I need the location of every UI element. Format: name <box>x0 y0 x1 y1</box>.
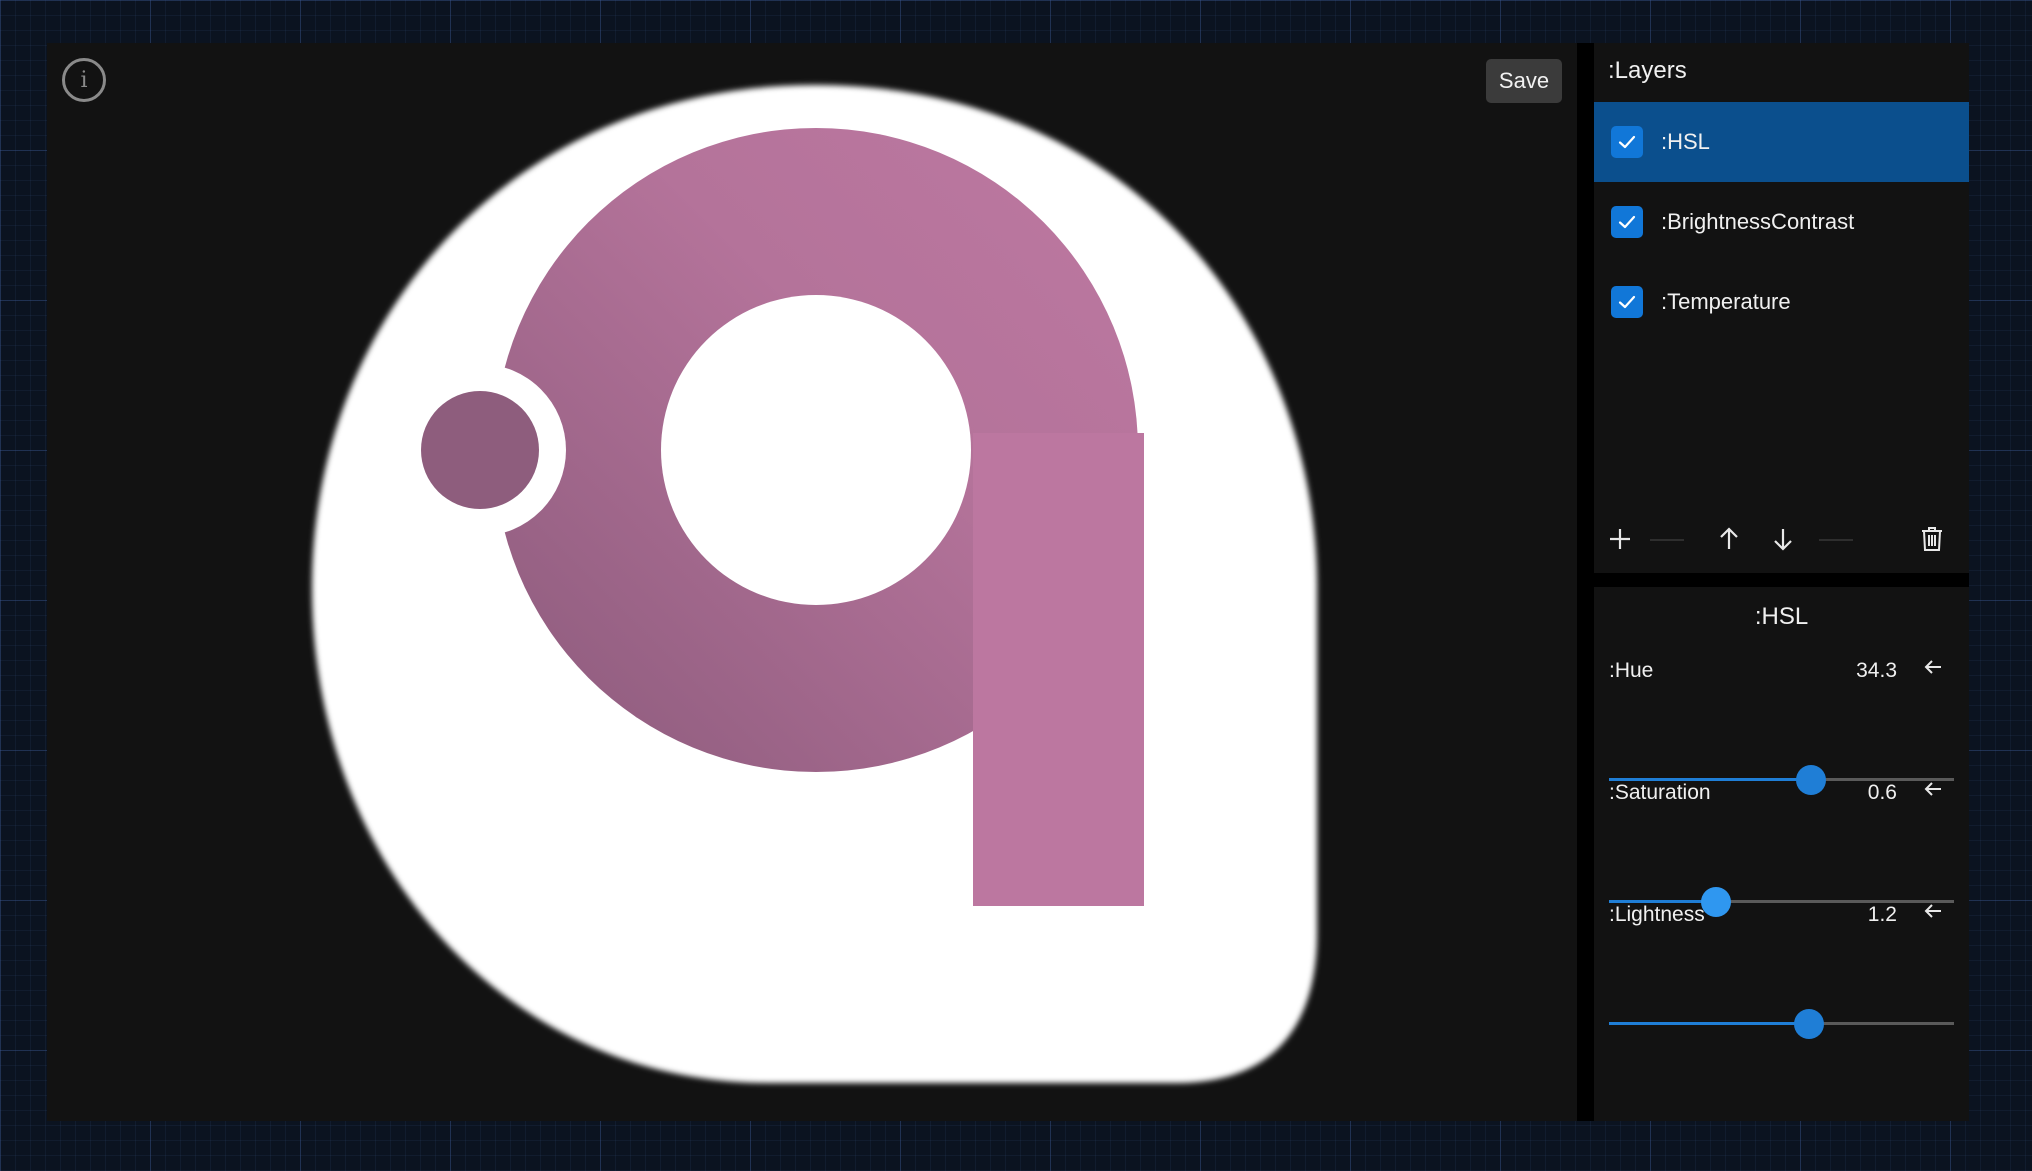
arrow-left-icon <box>1924 782 1941 796</box>
layer-item-brightnesscontrast[interactable]: :BrightnessContrast <box>1594 182 1969 262</box>
toolbar-separator <box>1650 539 1684 541</box>
saturation-label: :Saturation <box>1609 781 1711 804</box>
logo-dot <box>421 391 539 509</box>
slider-thumb[interactable] <box>1795 765 1826 795</box>
save-button[interactable]: Save <box>1486 59 1562 103</box>
arrow-left-icon <box>1924 904 1941 918</box>
panel-divider <box>1594 573 1969 587</box>
hue-value: 34.3 <box>1856 659 1897 682</box>
image-canvas[interactable]: i Save <box>47 43 1577 1121</box>
arrow-up-icon <box>1720 527 1738 549</box>
lightness-label: :Lightness <box>1609 903 1705 926</box>
trash-icon <box>1922 527 1942 551</box>
layers-title: :Layers <box>1608 57 1687 84</box>
check-icon <box>1618 295 1636 309</box>
properties-panel: :HSL :Hue 34.3 :Saturation 0.6 :Lightnes… <box>1594 587 1969 1121</box>
move-layer-down-button[interactable] <box>1763 519 1803 559</box>
info-button[interactable]: i <box>62 58 106 102</box>
saturation-value: 0.6 <box>1867 781 1897 804</box>
check-icon <box>1618 215 1636 229</box>
reset-saturation-button[interactable] <box>1923 779 1943 805</box>
move-layer-up-button[interactable] <box>1709 519 1749 559</box>
logo-stem <box>973 433 1144 906</box>
image-editor-app: i Save :Layers :HSL :BrightnessContrast … <box>47 43 1969 1121</box>
layer-checkbox[interactable] <box>1611 206 1643 238</box>
arrow-left-icon <box>1924 660 1941 674</box>
reset-lightness-button[interactable] <box>1923 901 1943 927</box>
properties-title: :HSL <box>1754 603 1809 630</box>
lightness-slider[interactable] <box>1609 1009 1954 1039</box>
add-layer-button[interactable] <box>1600 519 1640 559</box>
layer-item-hsl[interactable]: :HSL <box>1594 102 1969 182</box>
preview-image <box>312 85 1317 1083</box>
toolbar-separator <box>1819 539 1853 541</box>
reset-hue-button[interactable] <box>1923 657 1943 683</box>
layer-label: :HSL <box>1661 129 1710 154</box>
panel-splitter[interactable] <box>1577 43 1594 1121</box>
layers-panel: :Layers :HSL :BrightnessContrast :Temper… <box>1594 43 1969 573</box>
layer-checkbox[interactable] <box>1611 286 1643 318</box>
slider-fill <box>1609 1022 1810 1025</box>
slider-thumb[interactable] <box>1794 1009 1825 1039</box>
check-icon <box>1618 135 1636 149</box>
arrow-down-icon <box>1774 529 1792 551</box>
hue-label: :Hue <box>1609 659 1654 682</box>
layer-label: :Temperature <box>1661 289 1791 314</box>
layer-checkbox[interactable] <box>1611 126 1643 158</box>
plus-icon <box>1610 529 1630 549</box>
lightness-value: 1.2 <box>1867 903 1897 926</box>
slider-thumb[interactable] <box>1700 887 1731 917</box>
layer-item-temperature[interactable]: :Temperature <box>1594 262 1969 342</box>
layer-label: :BrightnessContrast <box>1661 209 1855 234</box>
info-icon: i <box>80 67 88 93</box>
delete-layer-button[interactable] <box>1912 519 1952 559</box>
